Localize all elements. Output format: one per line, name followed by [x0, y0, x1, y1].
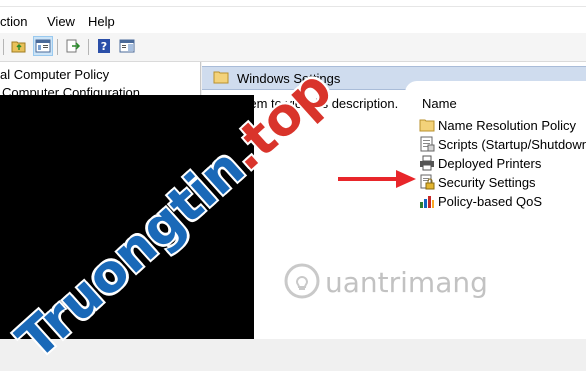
- toolbar-separator: [88, 39, 89, 55]
- help-icon[interactable]: ?: [95, 37, 113, 55]
- folder-icon: [419, 117, 435, 133]
- bulb-logo-icon: [283, 262, 321, 303]
- menu-help[interactable]: Help: [88, 14, 115, 29]
- show-hide-console-tree-icon[interactable]: [33, 36, 53, 56]
- menu-bar: ction View Help: [0, 7, 586, 33]
- tree-item-local-computer-policy[interactable]: al Computer Policy: [0, 67, 109, 82]
- title-bar: [0, 0, 586, 7]
- menu-action[interactable]: ction: [0, 14, 27, 29]
- list-item-security-settings[interactable]: Security Settings: [419, 173, 536, 191]
- menu-view[interactable]: View: [47, 14, 75, 29]
- list-item-label: Scripts (Startup/Shutdown): [438, 136, 586, 152]
- toolbar: ?: [0, 33, 586, 62]
- red-arrow-annotation: [338, 170, 416, 188]
- watermark-quantrimang: uantrimang: [283, 262, 488, 303]
- column-header-name[interactable]: Name: [422, 96, 457, 111]
- svg-text:?: ?: [101, 40, 107, 53]
- show-action-pane-icon[interactable]: [118, 37, 136, 55]
- list-item-name-resolution-policy[interactable]: Name Resolution Policy: [419, 116, 576, 134]
- toolbar-separator: [3, 39, 4, 55]
- list-item-label: Security Settings: [438, 174, 536, 190]
- security-settings-icon: [419, 174, 435, 190]
- toolbar-separator: [57, 39, 58, 55]
- up-folder-icon[interactable]: [10, 37, 28, 55]
- list-item-policy-based-qos[interactable]: Policy-based QoS: [419, 192, 542, 210]
- scripts-icon: [419, 136, 435, 152]
- list-item-deployed-printers[interactable]: Deployed Printers: [419, 154, 541, 172]
- list-item-scripts[interactable]: Scripts (Startup/Shutdown): [419, 135, 586, 153]
- list-item-label: Deployed Printers: [438, 155, 542, 171]
- folder-icon: [213, 70, 229, 87]
- printer-icon: [419, 155, 435, 171]
- qos-chart-icon: [419, 193, 435, 209]
- list-item-label: Name Resolution Policy: [438, 117, 577, 133]
- list-item-label: Policy-based QoS: [438, 193, 543, 209]
- export-list-icon[interactable]: [64, 37, 82, 55]
